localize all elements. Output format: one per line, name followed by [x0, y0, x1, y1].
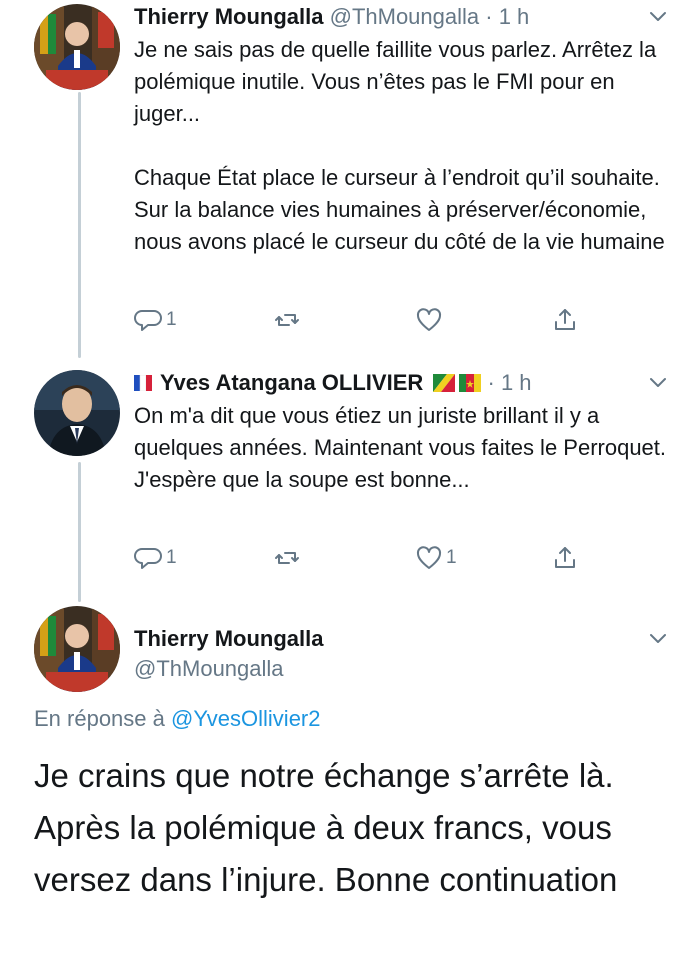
retweet-icon — [275, 314, 299, 326]
reply-count: 1 — [166, 547, 177, 568]
like-button[interactable] — [414, 305, 446, 335]
chevron-down-icon[interactable] — [648, 632, 668, 646]
reply-icon — [134, 310, 162, 331]
tweet-text: Je ne sais pas de quelle faillite vous p… — [134, 37, 665, 254]
reply-button[interactable]: 1 — [134, 543, 177, 573]
tweet2-header: Yves Atangana OLLIVIER · 1 h — [134, 370, 532, 396]
author-name[interactable]: Thierry Moungalla — [134, 4, 323, 29]
author-name[interactable]: Yves Atangana OLLIVIER — [160, 370, 423, 395]
share-icon — [555, 547, 575, 568]
heart-icon — [416, 308, 442, 331]
share-button[interactable] — [550, 305, 580, 335]
tweet3-name: Thierry Moungalla — [134, 626, 323, 652]
author-name[interactable]: Thierry Moungalla — [134, 626, 323, 651]
france-flag-icon — [134, 375, 152, 391]
reply-button[interactable]: 1 — [134, 305, 177, 335]
cameroon-flag-icon — [459, 374, 482, 392]
tweet3-handle: @ThMoungalla — [134, 656, 284, 682]
congo-flag-icon — [433, 374, 456, 392]
tweet-text: On m'a dit que vous étiez un juriste bri… — [134, 403, 673, 492]
thread-line-2 — [78, 462, 81, 602]
author-handle[interactable]: @ThMoungalla — [330, 4, 480, 29]
focused-tweet-text: Je crains que notre échange s’arrête là.… — [34, 757, 618, 898]
tweet1-actions: 1 — [134, 305, 594, 335]
retweet-button[interactable] — [272, 543, 302, 573]
avatar-thierry-2[interactable] — [34, 606, 120, 692]
share-button[interactable] — [550, 543, 580, 573]
reply-count: 1 — [166, 309, 177, 330]
tweet-time[interactable]: · 1 h — [485, 4, 529, 29]
avatar-thierry-1[interactable] — [34, 4, 120, 90]
reply-prefix: En réponse à — [34, 706, 165, 731]
chevron-down-icon[interactable] — [648, 376, 668, 390]
thread-line-1 — [78, 92, 81, 358]
tweet-time[interactable]: · 1 h — [488, 370, 532, 395]
reply-icon — [134, 548, 162, 569]
chevron-down-icon[interactable] — [648, 10, 668, 24]
retweet-button[interactable] — [272, 305, 302, 335]
tweet1-header: Thierry Moungalla @ThMoungalla · 1 h — [134, 4, 529, 30]
tweet2-actions: 1 1 — [134, 543, 594, 573]
reply-context: En réponse à @YvesOllivier2 — [34, 706, 321, 732]
share-icon — [555, 309, 575, 330]
retweet-icon — [275, 552, 299, 564]
author-handle[interactable]: @ThMoungalla — [134, 656, 284, 681]
avatar-yves[interactable] — [34, 370, 120, 456]
like-button[interactable]: 1 — [414, 543, 457, 573]
heart-icon — [416, 546, 442, 569]
reply-handle-link[interactable]: @YvesOllivier2 — [171, 706, 321, 731]
like-count: 1 — [446, 547, 457, 568]
